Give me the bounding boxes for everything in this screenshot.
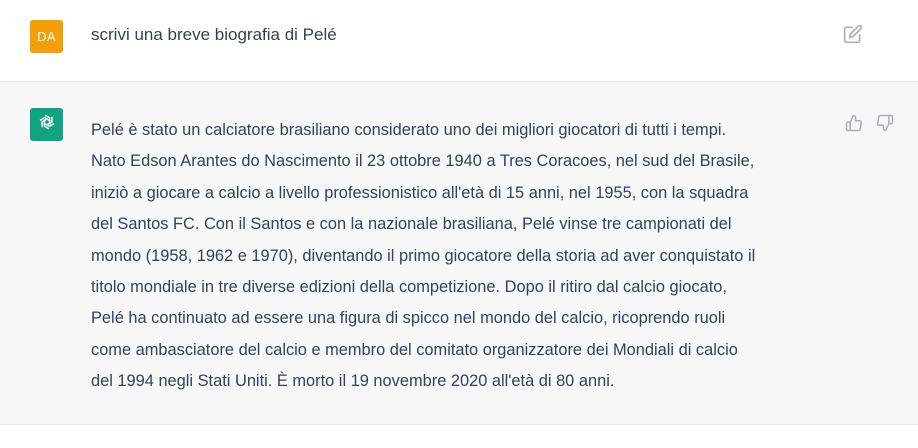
response-line: Pelé è stato un calciatore brasiliano co…: [91, 121, 727, 139]
response-line: mondo (1958, 1962 e 1970), diventando il…: [91, 246, 756, 265]
thumbs-down-icon[interactable]: [876, 114, 894, 132]
response-line: titolo mondiale in tre diverse edizioni …: [91, 278, 727, 297]
user-prompt-text: scrivi una breve biografia di Pelé: [91, 25, 337, 44]
user-avatar: DA: [30, 20, 63, 53]
response-line: Nato Edson Arantes do Nascimento il 23 o…: [91, 152, 755, 171]
response-line: del Santos FC. Con il Santos e con la na…: [91, 215, 732, 234]
assistant-message-row: Pelé è stato un calciatore brasiliano co…: [0, 82, 918, 425]
response-line: Pelé ha continuato ad essere una figura …: [91, 309, 726, 328]
thumbs-up-icon[interactable]: [845, 114, 863, 132]
assistant-response-text: Pelé è stato un calciatore brasiliano co…: [91, 115, 836, 398]
edit-icon[interactable]: [843, 24, 863, 44]
assistant-avatar: [30, 108, 63, 141]
response-line: come ambasciatore del calcio e membro de…: [91, 340, 738, 359]
openai-logo-icon: [36, 111, 58, 138]
response-line: iniziò a giocare a calcio a livello prof…: [91, 183, 749, 202]
user-message-row: DA scrivi una breve biografia di Pelé: [0, 0, 918, 82]
page-background: [0, 425, 918, 448]
response-line: del 1994 negli Stati Uniti. È morto il 1…: [91, 372, 615, 391]
